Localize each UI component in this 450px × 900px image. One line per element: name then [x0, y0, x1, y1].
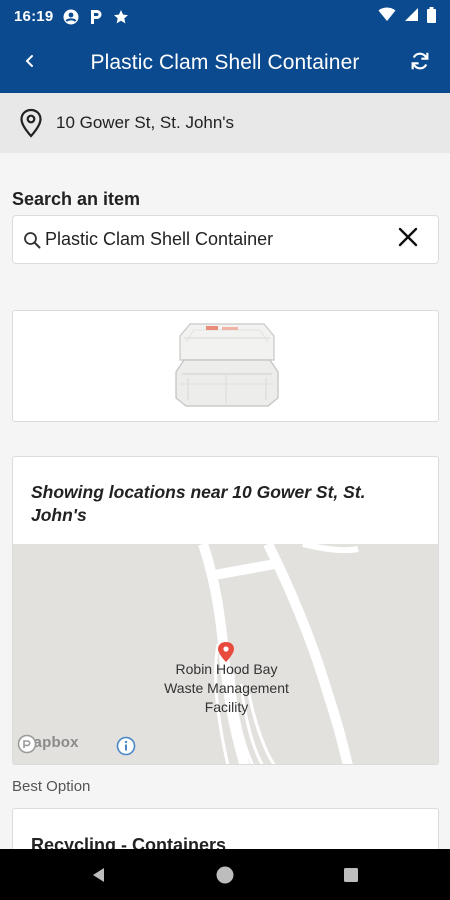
parking-icon	[89, 9, 103, 25]
nav-recents-button[interactable]	[288, 867, 414, 883]
account-circle-icon	[63, 9, 79, 25]
search-label: Search an item	[12, 189, 141, 209]
best-option-label: Best Option	[12, 778, 91, 795]
recents-square-icon	[344, 867, 358, 882]
refresh-button[interactable]	[390, 33, 450, 93]
item-image-card	[12, 310, 439, 422]
nav-back-button[interactable]	[36, 866, 162, 884]
clear-search-button[interactable]	[378, 215, 438, 264]
map-card: Showing locations near 10 Gower St, St. …	[12, 456, 439, 765]
back-triangle-icon	[93, 867, 104, 882]
search-value: Plastic Clam Shell Container	[45, 229, 274, 249]
location-bar[interactable]: 10 Gower St, St. John's	[0, 93, 450, 153]
nav-home-button[interactable]	[162, 865, 288, 885]
page-title: Plastic Clam Shell Container	[90, 51, 360, 74]
status-time: 16:19	[14, 8, 54, 25]
map-label-line: Waste Management	[164, 680, 289, 696]
status-bar: 16:19	[0, 0, 450, 33]
close-icon	[398, 227, 418, 252]
app-bar: Plastic Clam Shell Container	[0, 33, 450, 93]
wifi-icon	[378, 7, 396, 26]
chevron-left-icon	[24, 53, 36, 74]
star-icon	[113, 9, 129, 25]
back-button[interactable]	[0, 33, 60, 93]
map-label-line: Facility	[204, 699, 249, 715]
battery-icon	[427, 6, 436, 27]
clamshell-container-image	[166, 316, 286, 417]
map-view[interactable]: Robin Hood Bay Waste Management Facility…	[13, 544, 438, 764]
map-heading: Showing locations near 10 Gower St, St. …	[31, 482, 366, 525]
map-label-line: Robin Hood Bay	[175, 661, 278, 677]
mapbox-logo[interactable]: mapbox	[17, 734, 79, 754]
map-marker-label: Robin Hood Bay Waste Management Facility	[13, 660, 438, 717]
search-input[interactable]: Plastic Clam Shell Container	[12, 215, 439, 264]
location-pin-icon	[18, 108, 44, 138]
location-address: 10 Gower St, St. John's	[56, 113, 235, 132]
home-circle-icon	[216, 866, 234, 883]
search-icon	[21, 231, 43, 249]
refresh-icon	[409, 50, 431, 77]
signal-icon	[404, 7, 419, 26]
system-nav-bar	[0, 849, 450, 900]
